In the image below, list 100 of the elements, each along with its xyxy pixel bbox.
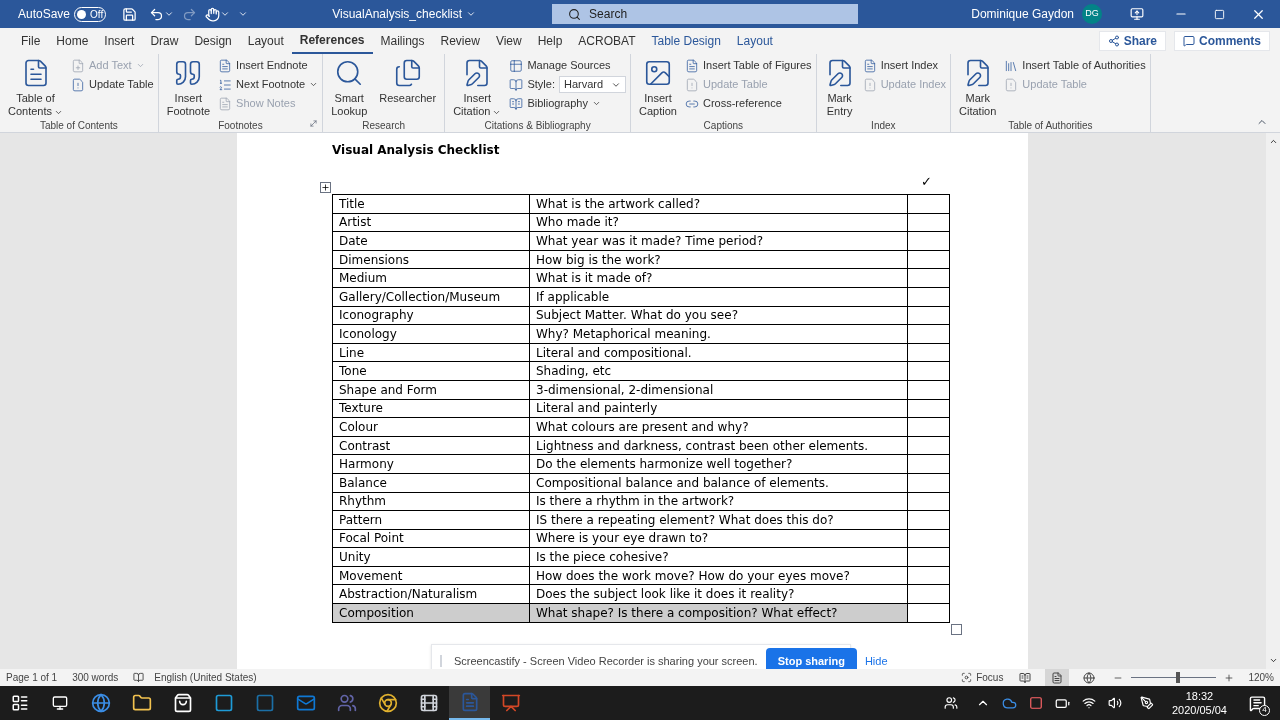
user-name[interactable]: Dominique Gaydon: [971, 5, 1074, 23]
word-count[interactable]: 300 words: [72, 670, 119, 685]
table-cell: Abstraction/Naturalism: [332, 584, 530, 604]
customize-toolbar-icon[interactable]: [238, 9, 249, 19]
table-cell: How does the work move? How do your eyes move?: [529, 566, 908, 585]
cloud-icon[interactable]: [1001, 695, 1017, 711]
group-label: Citations & Bibliography: [484, 119, 591, 133]
book-icon: [509, 96, 524, 111]
table-cell: Where is your eye drawn to?: [529, 529, 908, 548]
ribbon-tab[interactable]: Insert: [96, 28, 143, 54]
page-count[interactable]: Page 1 of 1: [6, 670, 58, 685]
table-cell: Colour: [332, 417, 530, 437]
people-icon[interactable]: [943, 696, 958, 710]
zoom-in-icon[interactable]: [1224, 672, 1235, 683]
mail-icon: [295, 693, 316, 713]
hide-link[interactable]: Hide: [864, 652, 888, 669]
table-cell: Lightness and darkness, contrast been other elements.: [529, 436, 908, 455]
table-cell: [907, 584, 950, 604]
ribbon-tab[interactable]: Layout: [728, 28, 781, 54]
document-title[interactable]: VisualAnalysis_checklist: [332, 5, 463, 23]
ribbon-tab[interactable]: Table Design: [643, 28, 729, 54]
ribbon-button[interactable]: Insert Table of Figures: [685, 57, 812, 74]
ribbon-button[interactable]: Insert Citation: [449, 54, 506, 118]
table-cell: Date: [332, 231, 530, 251]
clock-date[interactable]: 2020/05/04: [1171, 703, 1227, 717]
scroll-down-icon[interactable]: [1268, 656, 1278, 665]
table-cell: Medium: [332, 268, 530, 288]
caret-icon[interactable]: [466, 9, 477, 19]
search-field[interactable]: Search: [552, 4, 859, 24]
table-move-handle-icon[interactable]: [320, 182, 331, 193]
language-status[interactable]: English (United States): [154, 670, 257, 685]
group-label: Table of Contents: [39, 119, 118, 133]
ribbon-tab[interactable]: View: [487, 28, 530, 54]
table-cell: [907, 510, 950, 530]
table-cell: Literal and painterly: [529, 399, 908, 418]
ribbon-button[interactable]: Insert Footnote: [162, 54, 215, 118]
ribbon-button[interactable]: Mark Entry: [820, 54, 859, 118]
ribbon-button[interactable]: Insert Table of Authorities: [1004, 57, 1146, 74]
caret-icon[interactable]: [164, 9, 175, 19]
print-layout-icon[interactable]: [1051, 671, 1064, 684]
ribbon-button[interactable]: Researcher: [375, 54, 441, 118]
zoom-slider-thumb[interactable]: [1176, 672, 1181, 683]
table-cell: What year was it made? Time period?: [529, 231, 908, 251]
action-center-icon[interactable]: [1249, 694, 1266, 712]
undo-icon[interactable]: [149, 6, 165, 22]
redo-icon: [182, 6, 198, 22]
document-icon: [218, 96, 233, 111]
ribbon-button[interactable]: Bibliography: [509, 95, 601, 112]
volume-icon[interactable]: [1107, 696, 1122, 710]
app-tray-icon[interactable]: [1028, 696, 1043, 710]
ribbon-button[interactable]: Next Footnote: [218, 76, 319, 93]
touch-mode-icon[interactable]: [205, 6, 221, 22]
ribbon-display-icon[interactable]: [1130, 7, 1144, 21]
ribbon-button[interactable]: Manage Sources: [509, 57, 611, 74]
browser-icon: [90, 693, 111, 713]
task-view-icon[interactable]: [52, 695, 68, 711]
ribbon-button[interactable]: Update Table: [71, 76, 154, 93]
ribbon-button[interactable]: Smart Lookup: [327, 54, 372, 118]
stop-sharing-button[interactable]: Stop sharing: [765, 648, 857, 669]
ribbon-tab[interactable]: Layout: [239, 28, 292, 54]
save-icon[interactable]: [122, 6, 138, 22]
vertical-scrollbar[interactable]: [1266, 133, 1280, 669]
ribbon-tab[interactable]: Home: [48, 28, 97, 54]
ribbon-button[interactable]: Insert Endnote: [218, 57, 308, 74]
zoom-percent[interactable]: 120%: [1248, 670, 1274, 685]
ribbon-tab[interactable]: Review: [432, 28, 488, 54]
web-layout-icon[interactable]: [1083, 671, 1096, 684]
ribbon-button[interactable]: Insert Caption: [635, 54, 681, 118]
wifi-icon[interactable]: [1081, 696, 1096, 710]
proofing-icon[interactable]: [133, 672, 145, 683]
share-button[interactable]: Share: [1098, 31, 1166, 51]
dialog-launcher-icon[interactable]: [309, 119, 319, 128]
ribbon-button[interactable]: Table of Contents: [4, 54, 68, 118]
ribbon-tab[interactable]: Design: [186, 28, 240, 54]
clock-time[interactable]: 18:32: [1185, 689, 1214, 703]
caret-icon[interactable]: [220, 9, 231, 19]
ribbon-button[interactable]: Style:: [509, 76, 555, 93]
caret-icon: [135, 61, 145, 70]
ribbon-button[interactable]: Cross-reference: [685, 95, 782, 112]
ribbon-tab[interactable]: Mailings: [372, 28, 433, 54]
table-cell: Compositional balance and balance of elements.: [529, 473, 908, 492]
pen-icon[interactable]: [1139, 696, 1154, 710]
focus-button[interactable]: Focus: [961, 670, 1004, 685]
read-mode-icon[interactable]: [1019, 671, 1032, 684]
ribbon-tab[interactable]: File: [13, 28, 49, 54]
ribbon-tab[interactable]: Draw: [142, 28, 187, 54]
table-cell: Movement: [332, 566, 530, 585]
ribbon-tab[interactable]: Help: [529, 28, 571, 54]
document-warning-icon: [1004, 77, 1019, 92]
table-resize-handle[interactable]: [951, 623, 962, 635]
scroll-up-icon[interactable]: [1268, 137, 1278, 146]
comments-button[interactable]: Comments: [1174, 31, 1270, 51]
ribbon-button[interactable]: Insert Index: [862, 57, 939, 74]
ribbon-tab[interactable]: ACROBAT: [570, 28, 644, 54]
start-icon[interactable]: [11, 694, 29, 712]
user-avatar[interactable]: DG: [1082, 4, 1102, 24]
restore-icon[interactable]: [1214, 8, 1225, 20]
ribbon-button[interactable]: Mark Citation: [955, 54, 1001, 118]
style-dropdown[interactable]: Harvard: [558, 76, 627, 93]
table-cell: Artist: [332, 213, 530, 232]
